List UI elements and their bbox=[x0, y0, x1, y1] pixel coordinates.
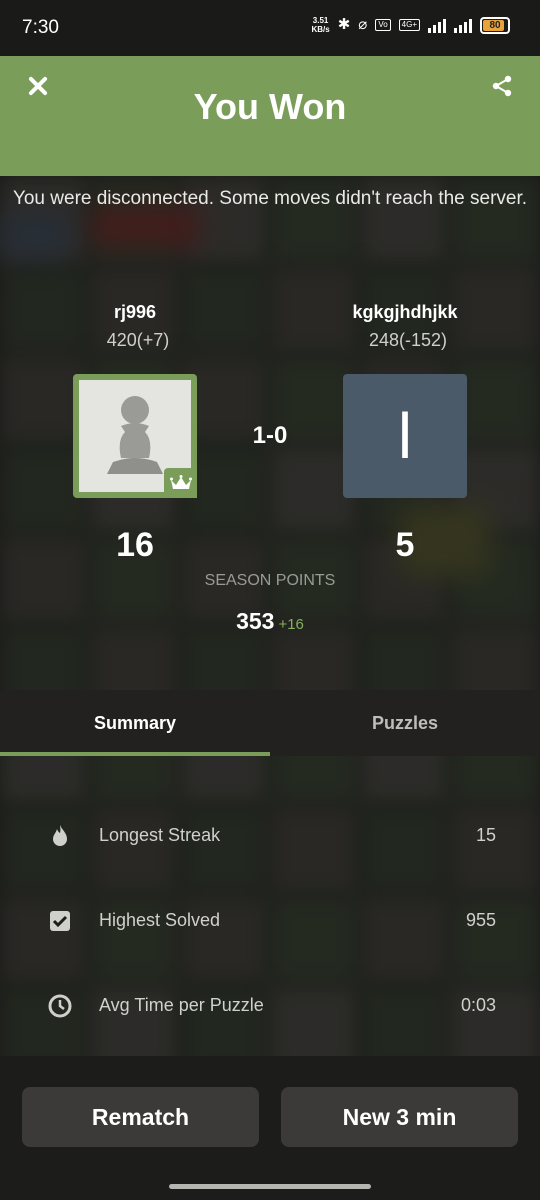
network-type: 4G+ bbox=[398, 19, 420, 31]
result-content: You were disconnected. Some moves didn't… bbox=[0, 176, 540, 1056]
season-points-delta: +16 bbox=[278, 616, 304, 633]
avatar-letter: l bbox=[397, 400, 413, 472]
disconnect-notice: You were disconnected. Some moves didn't… bbox=[12, 188, 528, 209]
vibrate-off-icon: ⌀ bbox=[358, 16, 368, 33]
status-icons: 3.51 KB/s ✱ ⌀ Vo 4G+ 80 bbox=[311, 16, 510, 34]
season-points-label: SEASON POINTS bbox=[204, 572, 336, 589]
player-rating-left: 420(+7) bbox=[106, 330, 170, 350]
network-speed: 3.51 KB/s bbox=[311, 16, 330, 34]
player-rating-right: 248(-152) bbox=[368, 330, 448, 350]
stat-value: 0:03 bbox=[460, 995, 496, 1015]
avatar-left[interactable] bbox=[73, 374, 197, 498]
clock-icon bbox=[48, 994, 72, 1018]
stat-label: Longest Streak bbox=[99, 825, 221, 845]
player-name-left: rj996 bbox=[113, 302, 157, 322]
signal-icon-2 bbox=[454, 17, 472, 33]
flame-icon bbox=[53, 825, 67, 846]
tab-summary[interactable]: Summary bbox=[0, 690, 270, 756]
bluetooth-icon: ✱ bbox=[337, 16, 351, 33]
player-name-right: kgkgjhdhjkk bbox=[352, 302, 458, 322]
stat-label: Avg Time per Puzzle bbox=[99, 995, 264, 1015]
season-points: 353 +16 bbox=[0, 608, 540, 635]
status-time: 7:30 bbox=[22, 17, 59, 38]
player-points-left: 16 bbox=[116, 526, 154, 564]
result-header: You Won bbox=[0, 56, 540, 176]
page-title: You Won bbox=[193, 86, 347, 127]
home-indicator[interactable] bbox=[169, 1184, 371, 1189]
stat-value: 955 bbox=[465, 910, 496, 930]
tab-puzzles[interactable]: Puzzles bbox=[270, 690, 540, 756]
player-points-right: 5 bbox=[395, 526, 415, 564]
status-bar: 7:30 3.51 KB/s ✱ ⌀ Vo 4G+ 80 bbox=[0, 0, 540, 56]
battery-level: 80 bbox=[489, 19, 501, 31]
stat-row-highest-solved: Highest Solved 955 bbox=[0, 901, 540, 941]
signal-icon bbox=[428, 17, 446, 33]
rematch-button[interactable]: Rematch bbox=[22, 1087, 259, 1147]
game-score: 1-0 bbox=[252, 422, 288, 449]
battery-icon: 80 bbox=[480, 16, 510, 34]
avatar-right[interactable]: l bbox=[343, 374, 467, 498]
checkbox-icon bbox=[50, 911, 70, 931]
tab-active-indicator bbox=[0, 752, 270, 756]
tab-bar: Summary Puzzles bbox=[0, 690, 540, 756]
stat-value: 15 bbox=[475, 825, 496, 845]
stat-label: Highest Solved bbox=[99, 910, 221, 930]
volte-icon: Vo bbox=[375, 19, 391, 31]
stat-row-longest-streak: Longest Streak 15 bbox=[0, 816, 540, 856]
stat-row-avg-time: Avg Time per Puzzle 0:03 bbox=[0, 986, 540, 1026]
new-game-button[interactable]: New 3 min bbox=[281, 1087, 518, 1147]
crown-icon bbox=[164, 468, 197, 498]
season-points-value: 353 bbox=[236, 608, 275, 634]
